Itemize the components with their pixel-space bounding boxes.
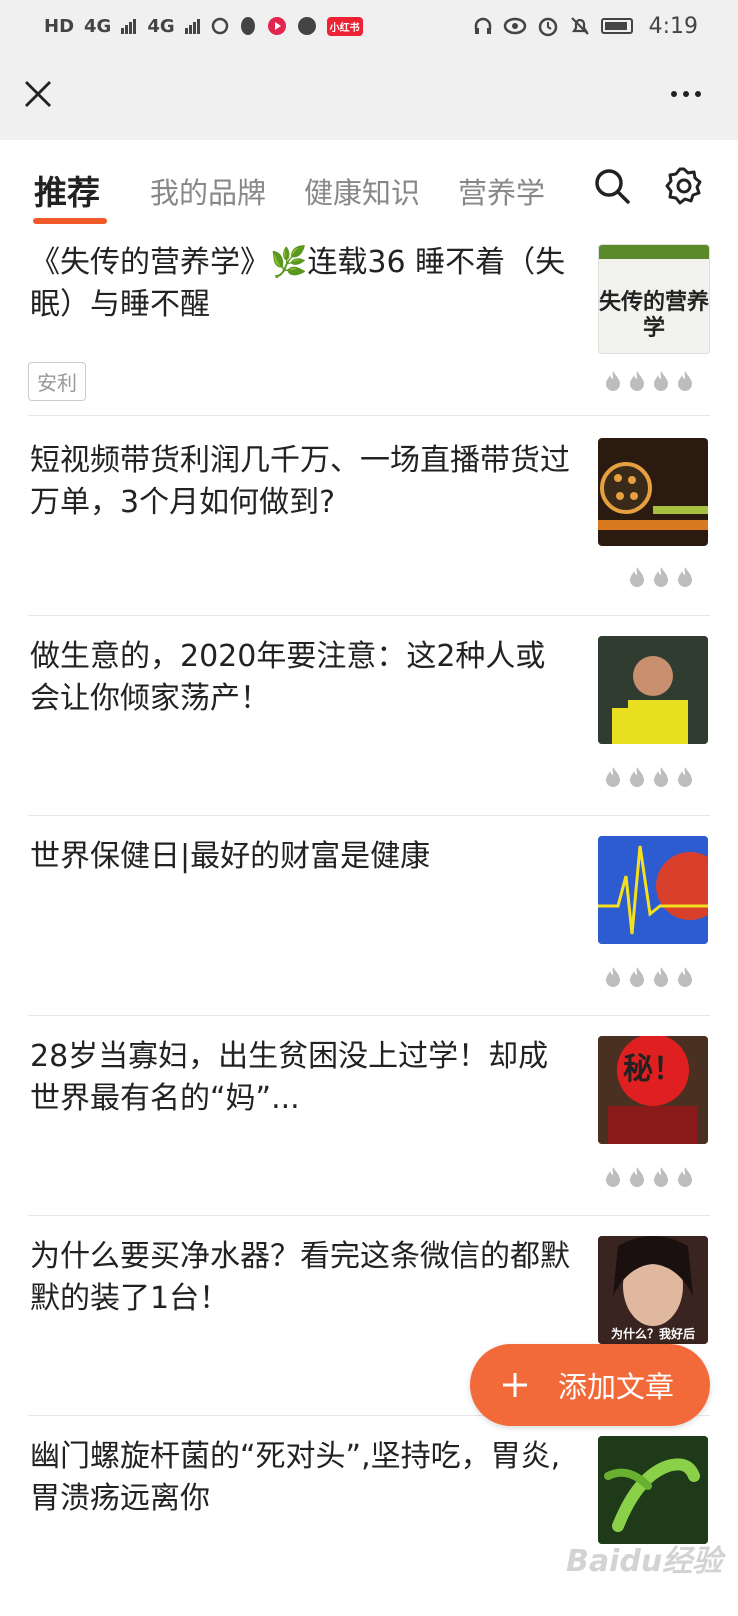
- settings-gear-icon[interactable]: [664, 166, 704, 206]
- thumbnail-text: 秘！: [623, 1052, 683, 1087]
- signal-4g-2: 4G: [147, 15, 175, 37]
- close-icon[interactable]: [22, 78, 54, 110]
- status-left: HD 4G 4G 小红书: [44, 16, 363, 37]
- article-item[interactable]: 做生意的，2020年要注意：这2种人或会让你倾家荡产！: [28, 616, 710, 816]
- article-tag: 安利: [28, 362, 86, 401]
- flame-icon: [630, 967, 644, 987]
- tab-nutrition[interactable]: 营养学: [458, 170, 545, 212]
- flame-icon: [630, 371, 644, 391]
- tab-my-brand[interactable]: 我的品牌: [150, 170, 266, 212]
- article-thumbnail: [598, 836, 708, 944]
- top-bar: [0, 52, 738, 140]
- article-thumbnail: [598, 438, 708, 546]
- heat-indicator: [628, 566, 694, 588]
- flame-icon: [654, 1167, 668, 1187]
- hd-indicator: HD: [44, 15, 75, 37]
- flame-icon: [678, 371, 692, 391]
- flame-icon: [678, 1167, 692, 1187]
- flame-icon: [606, 1167, 620, 1187]
- article-thumbnail: [598, 636, 708, 744]
- flame-icon: [678, 567, 692, 587]
- article-item[interactable]: 《失传的营养学》🌿连载36 睡不着（失眠）与睡不醒 安利 失传的营养学: [28, 232, 710, 416]
- more-icon[interactable]: [668, 82, 704, 106]
- flame-icon: [654, 967, 668, 987]
- active-tab-indicator: [33, 218, 107, 224]
- battery-icon: [600, 18, 633, 34]
- flame-icon: [654, 371, 668, 391]
- plus-icon: [503, 1373, 527, 1397]
- article-title: 为什么要买净水器？看完这条微信的都默默的装了1台！: [30, 1239, 570, 1316]
- thumbnail-text: 为什么？我好后: [610, 1327, 695, 1341]
- signal-bars-icon: [184, 19, 200, 34]
- search-icon[interactable]: [592, 166, 632, 206]
- article-title: 幽门螺旋杆菌的“死对头”,坚持吃，胃炎,胃溃疡远离你: [30, 1439, 561, 1516]
- flame-icon: [630, 767, 644, 787]
- qq-icon: [240, 17, 255, 35]
- article-title: 做生意的，2020年要注意：这2种人或会让你倾家荡产！: [30, 639, 546, 716]
- article-item[interactable]: 幽门螺旋杆菌的“死对头”,坚持吃，胃炎,胃溃疡远离你: [28, 1416, 710, 1616]
- signal-4g-1: 4G: [84, 15, 112, 37]
- flame-icon: [654, 767, 668, 787]
- eye-icon: [503, 17, 526, 35]
- flame-icon: [678, 767, 692, 787]
- status-bar: HD 4G 4G 小红书 4:19: [0, 0, 738, 52]
- hand-app-icon: [297, 17, 316, 35]
- tab-recommend[interactable]: 推荐: [34, 166, 100, 214]
- article-thumbnail: 为什么？我好后: [598, 1236, 708, 1344]
- heat-indicator: [604, 1166, 694, 1188]
- tab-health-knowledge[interactable]: 健康知识: [304, 170, 420, 212]
- alarm-icon: [538, 17, 557, 37]
- article-item[interactable]: 短视频带货利润几千万、一场直播带货过万单，3个月如何做到?: [28, 416, 710, 616]
- clock: 4:19: [648, 13, 698, 39]
- flame-icon: [678, 967, 692, 987]
- netease-icon: [211, 17, 228, 35]
- article-item[interactable]: 世界保健日|最好的财富是健康: [28, 816, 710, 1016]
- thumbnail-text: 失传的营养学: [599, 289, 710, 341]
- headphones-icon: [474, 17, 491, 34]
- flame-icon: [630, 567, 644, 587]
- flame-icon: [630, 1167, 644, 1187]
- article-item[interactable]: 28岁当寡妇，出生贫困没上过学！却成世界最有名的“妈”... 秘！: [28, 1016, 710, 1216]
- category-tabs: 推荐 我的品牌 健康知识 营养学: [0, 140, 738, 230]
- article-thumbnail: 失传的营养学: [598, 244, 710, 354]
- add-article-label: 添加文章: [558, 1370, 675, 1404]
- xiaohongshu-badge: 小红书: [326, 16, 363, 36]
- article-title: 28岁当寡妇，出生贫困没上过学！却成世界最有名的“妈”...: [30, 1039, 549, 1116]
- flame-icon: [606, 767, 620, 787]
- baidu-watermark: Baidu经验: [566, 1544, 723, 1579]
- heat-indicator: [604, 966, 694, 988]
- status-right: 4:19: [473, 14, 698, 39]
- article-thumbnail: [598, 1436, 708, 1544]
- signal-bars-icon: [121, 19, 137, 34]
- heat-indicator: [604, 766, 694, 788]
- flame-icon: [606, 371, 620, 391]
- heat-indicator: [604, 370, 694, 392]
- article-title: 短视频带货利润几千万、一场直播带货过万单，3个月如何做到?: [30, 443, 570, 520]
- video-app-icon: [267, 17, 286, 35]
- article-title: 世界保健日|最好的财富是健康: [30, 839, 431, 874]
- flame-icon: [654, 567, 668, 587]
- article-thumbnail: 秘！: [598, 1036, 708, 1144]
- mute-bell-icon: [570, 17, 589, 35]
- article-title: 《失传的营养学》🌿连载36 睡不着（失眠）与睡不醒: [30, 245, 566, 322]
- add-article-button[interactable]: 添加文章: [470, 1344, 710, 1426]
- flame-icon: [606, 967, 620, 987]
